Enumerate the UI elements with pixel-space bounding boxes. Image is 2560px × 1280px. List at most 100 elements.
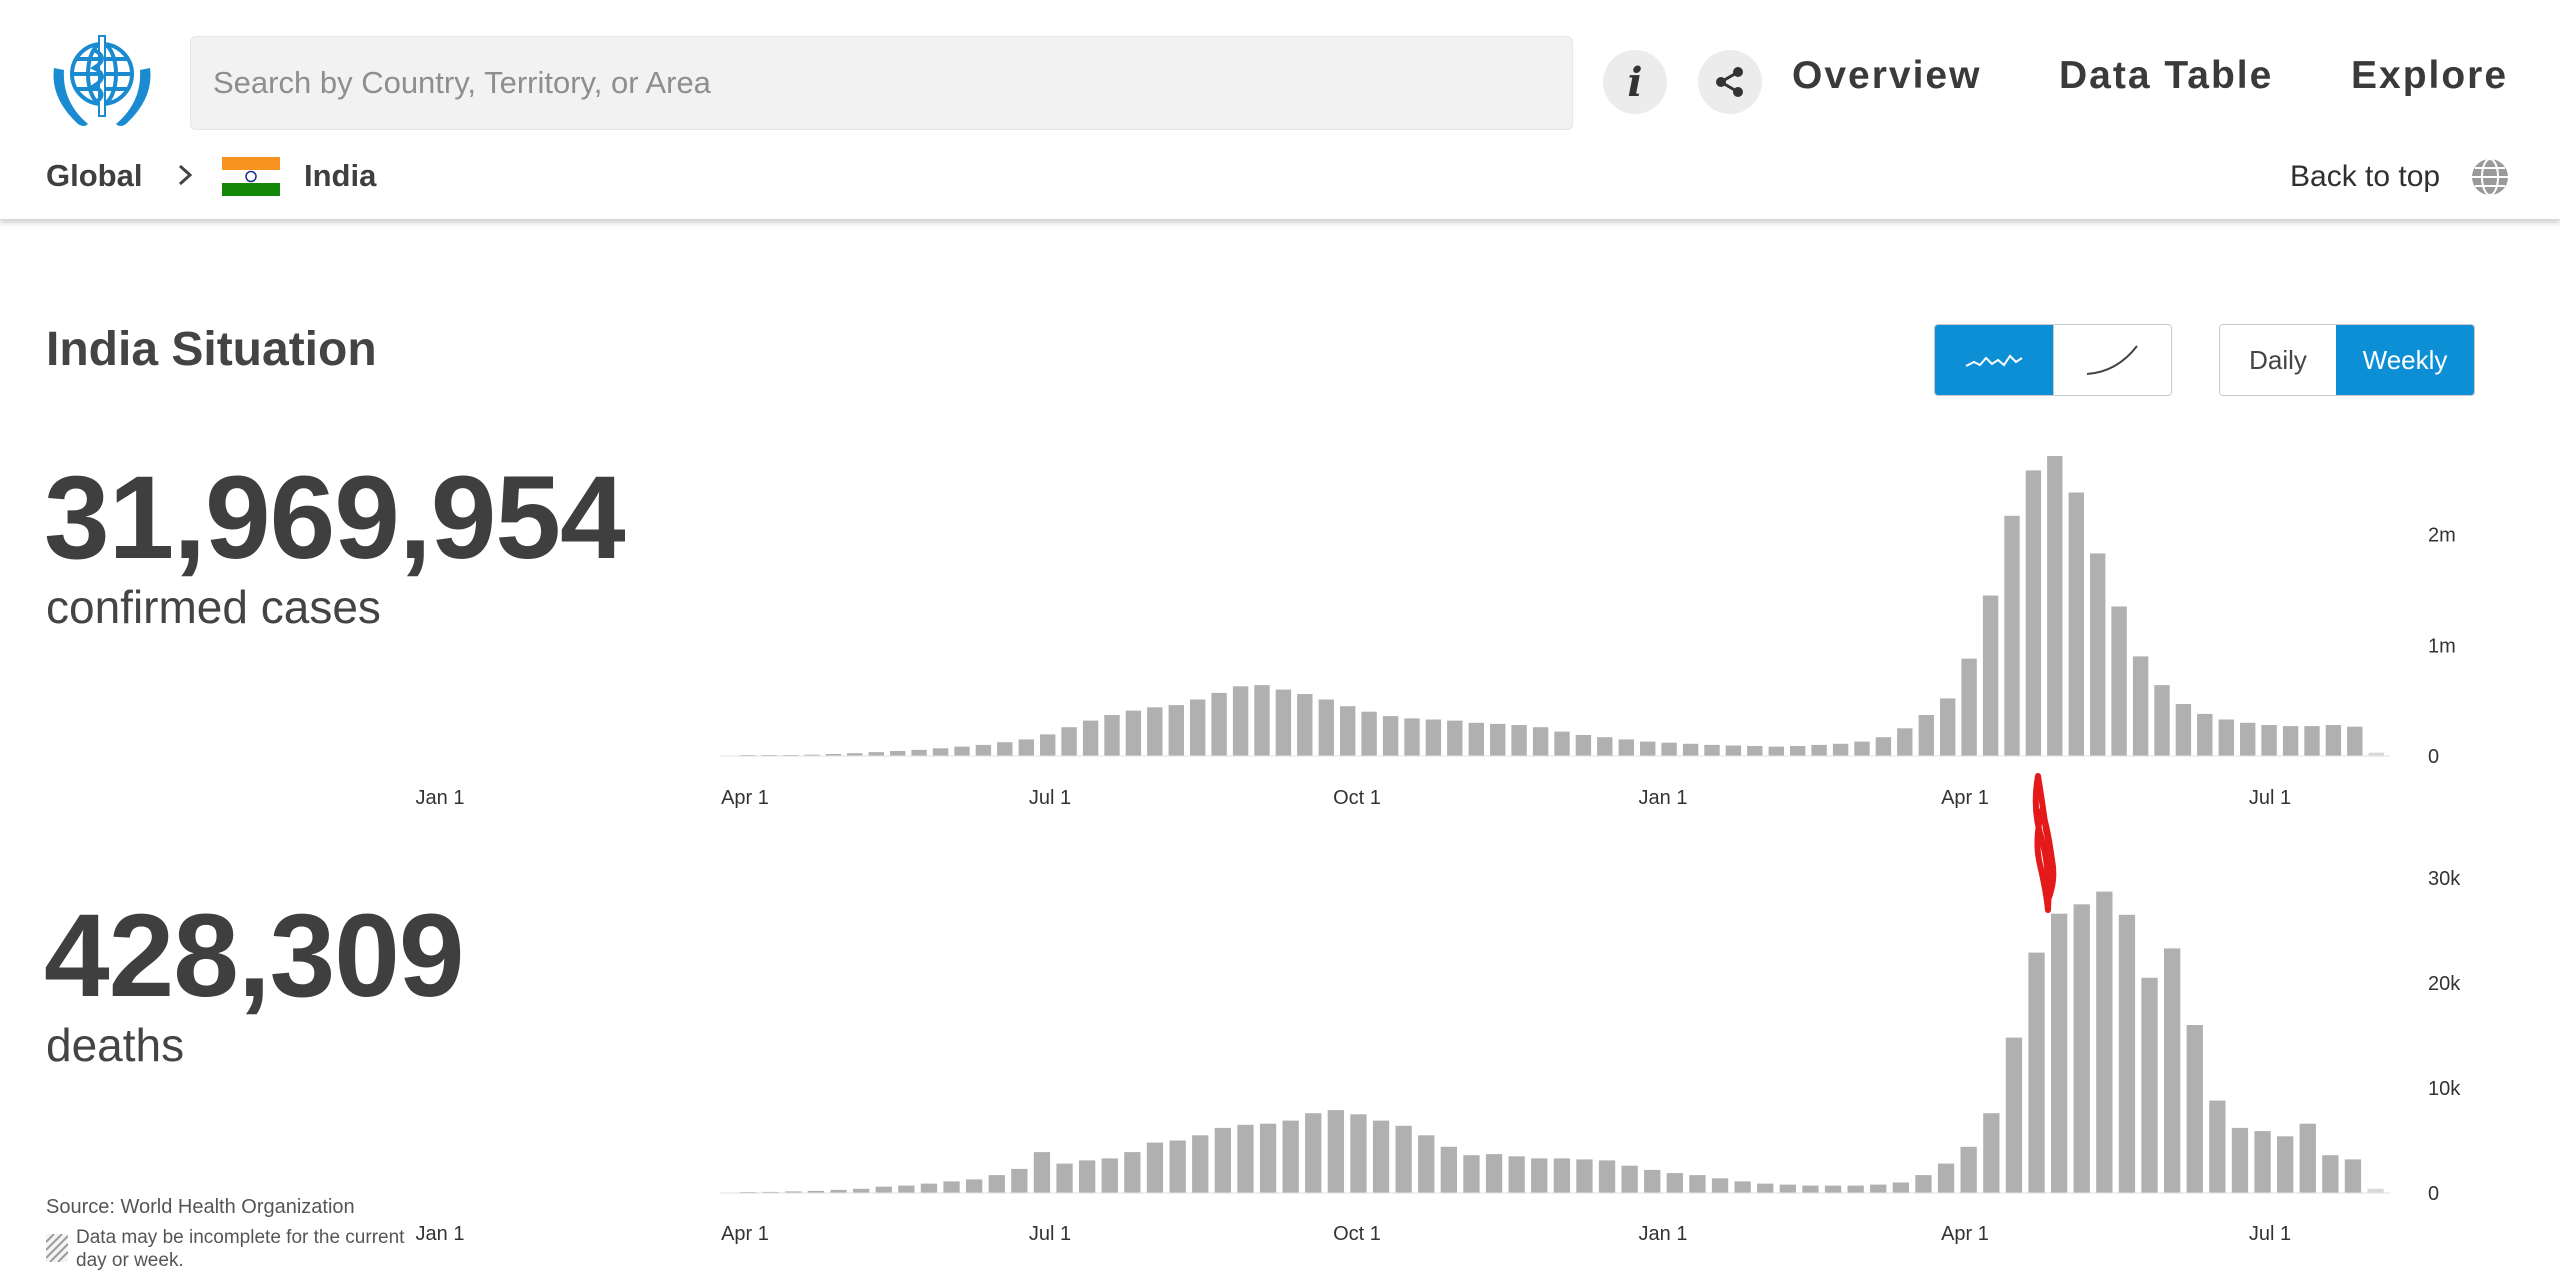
bar[interactable] bbox=[1237, 1124, 1254, 1194]
bar[interactable] bbox=[988, 1175, 1005, 1193]
bar[interactable] bbox=[920, 1183, 938, 1193]
bar[interactable] bbox=[1897, 728, 1913, 756]
bar[interactable] bbox=[997, 742, 1013, 756]
bar[interactable] bbox=[2175, 704, 2192, 756]
bar[interactable] bbox=[1554, 731, 1570, 756]
weekly-button[interactable]: Weekly bbox=[2336, 325, 2474, 395]
bar[interactable] bbox=[1146, 1142, 1164, 1193]
bar[interactable] bbox=[2254, 1131, 2271, 1193]
back-to-top-link[interactable]: Back to top bbox=[2290, 160, 2440, 194]
bar[interactable] bbox=[1018, 739, 1034, 756]
bar[interactable] bbox=[1725, 745, 1742, 757]
info-button[interactable]: i bbox=[1603, 50, 1667, 114]
bar[interactable] bbox=[1125, 710, 1142, 756]
bar[interactable] bbox=[2277, 1136, 2294, 1193]
bar[interactable] bbox=[2164, 948, 2181, 1193]
bar[interactable] bbox=[1169, 1140, 1186, 1194]
bar[interactable] bbox=[2051, 913, 2068, 1193]
bar[interactable] bbox=[1875, 737, 1892, 756]
bar[interactable] bbox=[1192, 1135, 1209, 1193]
daily-button[interactable]: Daily bbox=[2220, 325, 2337, 395]
bar[interactable] bbox=[1082, 720, 1099, 756]
bar[interactable] bbox=[1382, 716, 1399, 756]
bar[interactable] bbox=[1768, 746, 1784, 756]
bar[interactable] bbox=[1854, 741, 1870, 756]
bar[interactable] bbox=[2073, 904, 2090, 1194]
bar[interactable] bbox=[1790, 746, 1806, 756]
bar[interactable] bbox=[2047, 456, 2063, 756]
bar[interactable] bbox=[1511, 725, 1527, 756]
bar[interactable] bbox=[2282, 726, 2299, 756]
nav-overview[interactable]: Overview bbox=[1792, 54, 1981, 98]
bar[interactable] bbox=[1418, 1135, 1435, 1193]
bar[interactable] bbox=[1124, 1152, 1141, 1194]
bar[interactable] bbox=[1915, 1175, 1932, 1193]
bar[interactable] bbox=[1621, 1165, 1638, 1193]
bar[interactable] bbox=[1682, 743, 1699, 756]
bar[interactable] bbox=[1079, 1160, 1096, 1193]
bar[interactable] bbox=[911, 749, 927, 756]
bar[interactable] bbox=[1361, 711, 1377, 756]
bar[interactable] bbox=[1575, 735, 1592, 756]
bar[interactable] bbox=[1327, 1110, 1344, 1193]
bar[interactable] bbox=[2141, 977, 2158, 1194]
bar[interactable] bbox=[2209, 1100, 2226, 1193]
bar[interactable] bbox=[975, 744, 992, 756]
incomplete-bar[interactable] bbox=[2367, 1188, 2384, 1193]
who-emblem-icon[interactable] bbox=[44, 28, 160, 134]
bar[interactable] bbox=[1531, 1158, 1548, 1193]
bar[interactable] bbox=[2111, 606, 2127, 757]
bar[interactable] bbox=[2118, 914, 2136, 1194]
bar[interactable] bbox=[1147, 707, 1163, 756]
bar[interactable] bbox=[1983, 1113, 2000, 1193]
cumulative-scale-button[interactable] bbox=[2053, 325, 2171, 395]
bar[interactable] bbox=[1747, 746, 1763, 756]
bar[interactable] bbox=[2325, 725, 2342, 756]
bar[interactable] bbox=[1490, 723, 1506, 756]
bar[interactable] bbox=[1168, 705, 1184, 756]
bar[interactable] bbox=[1982, 595, 1999, 757]
bar[interactable] bbox=[1661, 742, 1677, 756]
search-input[interactable] bbox=[190, 36, 1573, 130]
bar[interactable] bbox=[2240, 722, 2256, 756]
bar[interactable] bbox=[1640, 741, 1656, 756]
bar[interactable] bbox=[1847, 1185, 1864, 1193]
bar[interactable] bbox=[1440, 1146, 1457, 1193]
nav-data-table[interactable]: Data Table bbox=[2059, 54, 2273, 98]
bar[interactable] bbox=[2231, 1127, 2249, 1193]
bar[interactable] bbox=[1532, 727, 1549, 756]
bar[interactable] bbox=[1734, 1181, 1751, 1193]
bar[interactable] bbox=[2005, 1037, 2023, 1193]
bar[interactable] bbox=[1704, 744, 1720, 756]
bar[interactable] bbox=[1597, 737, 1613, 756]
bar[interactable] bbox=[1350, 1114, 1367, 1194]
bar[interactable] bbox=[1644, 1169, 1661, 1193]
bar[interactable] bbox=[1757, 1183, 1774, 1193]
bar[interactable] bbox=[1485, 1154, 1503, 1193]
bar[interactable] bbox=[1802, 1185, 1819, 1193]
bar[interactable] bbox=[932, 748, 949, 757]
bar[interactable] bbox=[1297, 694, 1313, 756]
linear-scale-button[interactable] bbox=[1935, 325, 2053, 395]
bar[interactable] bbox=[890, 751, 906, 756]
bar[interactable] bbox=[1779, 1184, 1796, 1193]
bar[interactable] bbox=[1211, 692, 1227, 756]
bar[interactable] bbox=[2218, 719, 2234, 757]
bar[interactable] bbox=[1254, 685, 1270, 756]
bar[interactable] bbox=[1961, 658, 1977, 756]
bar[interactable] bbox=[1056, 1163, 1073, 1193]
bar[interactable] bbox=[1940, 698, 1956, 756]
bar[interactable] bbox=[2028, 952, 2045, 1193]
bar[interactable] bbox=[1305, 1113, 1322, 1193]
bar[interactable] bbox=[2322, 1155, 2339, 1193]
bar[interactable] bbox=[1282, 1120, 1299, 1194]
bar[interactable] bbox=[943, 1181, 960, 1193]
bar[interactable] bbox=[1824, 1185, 1842, 1193]
breadcrumb-global[interactable]: Global bbox=[46, 158, 142, 194]
bar[interactable] bbox=[853, 1188, 870, 1193]
bar[interactable] bbox=[1508, 1156, 1525, 1194]
bar[interactable] bbox=[2154, 685, 2170, 756]
bar[interactable] bbox=[2096, 891, 2113, 1193]
bar[interactable] bbox=[1318, 699, 1334, 757]
bar[interactable] bbox=[2197, 713, 2213, 756]
